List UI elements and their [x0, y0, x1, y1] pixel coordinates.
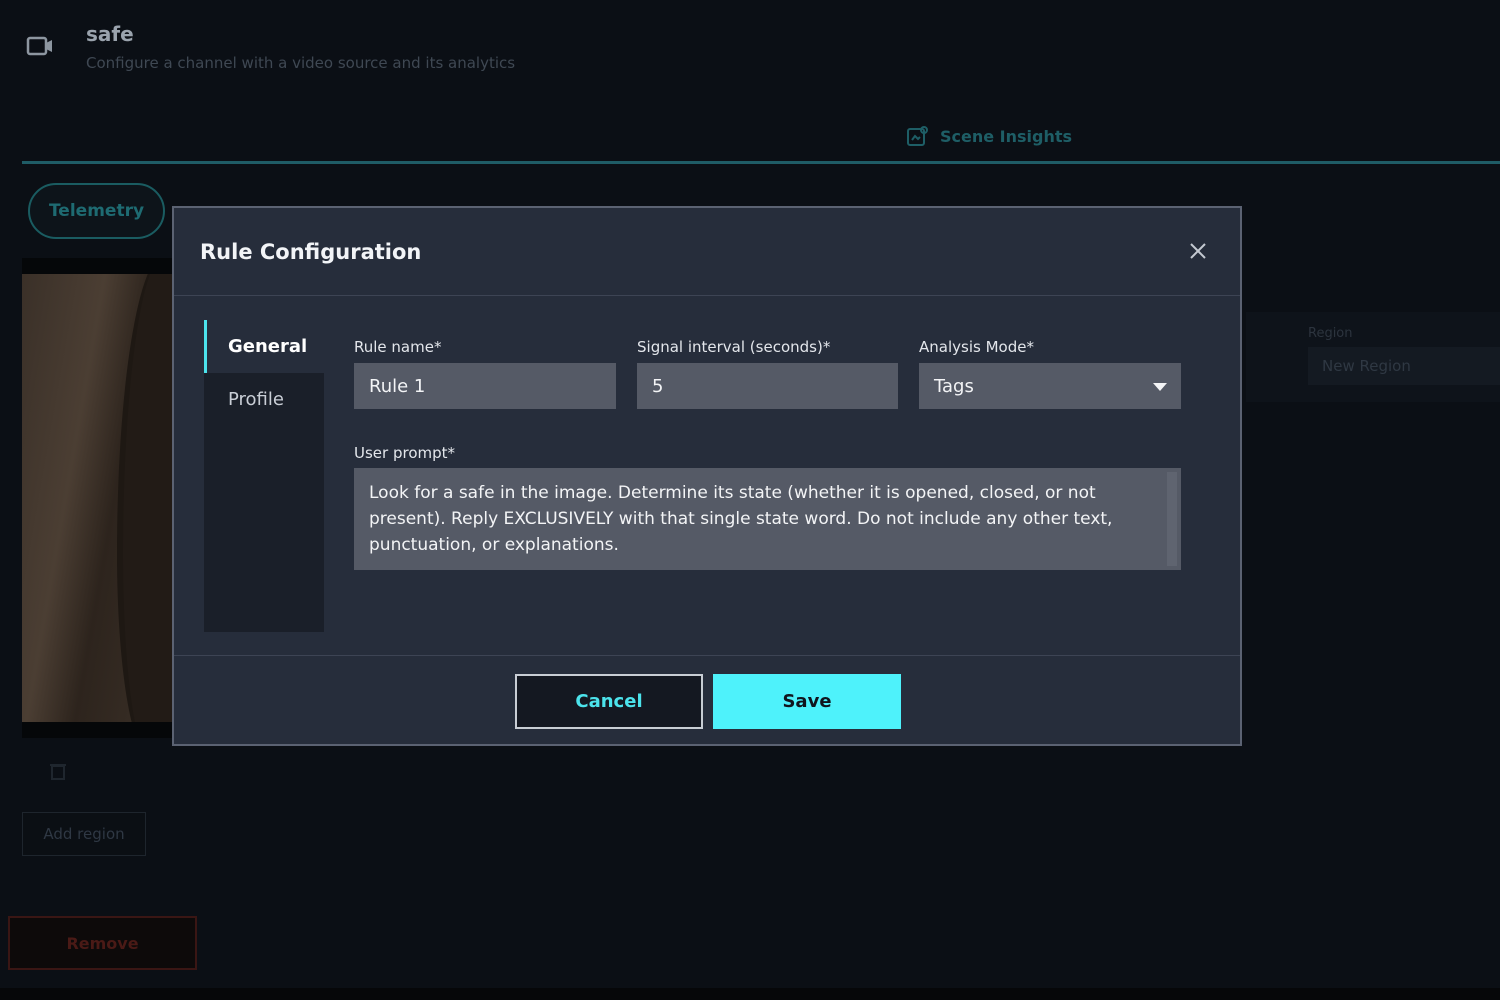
user-prompt-label: User prompt* [354, 444, 456, 462]
close-icon[interactable] [1186, 239, 1210, 263]
tab-scene-insights[interactable]: Scene Insights [906, 124, 1072, 148]
analysis-mode-value: Tags [934, 375, 974, 397]
user-prompt-textarea[interactable]: Look for a safe in the image. Determine … [354, 468, 1181, 570]
caret-down-icon [1153, 383, 1167, 391]
analysis-mode-select[interactable]: Tags [919, 363, 1181, 409]
modal-body: General Profile Rule name* Rule 1 Signal… [174, 296, 1240, 656]
signal-interval-input[interactable]: 5 [637, 363, 898, 409]
modal-header: Rule Configuration [174, 208, 1240, 296]
modal-footer: Cancel Save [174, 656, 1240, 744]
channel-subtitle: Configure a channel with a video source … [86, 54, 516, 72]
cancel-button[interactable]: Cancel [515, 674, 703, 729]
scene-insights-icon [907, 126, 928, 146]
tabs-bar: Scene Insights [22, 110, 1500, 164]
signal-interval-label: Signal interval (seconds)* [637, 338, 831, 356]
remove-button[interactable]: Remove [8, 916, 197, 970]
rule-name-input[interactable]: Rule 1 [354, 363, 616, 409]
video-camera-icon [26, 36, 52, 56]
channel-title: safe [86, 22, 134, 46]
region-label: Region [1308, 326, 1353, 341]
modal-side-nav: General Profile [204, 320, 324, 632]
textarea-scrollbar[interactable] [1167, 472, 1177, 566]
region-panel: Region New Region [1246, 312, 1500, 402]
region-input[interactable]: New Region [1308, 347, 1500, 385]
video-frame [22, 274, 182, 722]
tab-scene-insights-label: Scene Insights [940, 126, 1073, 146]
nav-item-profile[interactable]: Profile [204, 373, 324, 426]
video-preview [22, 258, 182, 738]
trash-icon[interactable] [50, 762, 66, 780]
analysis-mode-label: Analysis Mode* [919, 338, 1034, 356]
modal-title: Rule Configuration [200, 239, 422, 264]
save-button[interactable]: Save [713, 674, 901, 729]
bottom-strip [0, 988, 1500, 1000]
telemetry-tab[interactable]: Telemetry [28, 183, 165, 239]
user-prompt-text: Look for a safe in the image. Determine … [369, 483, 1113, 555]
page-header: safe Configure a channel with a video so… [26, 18, 515, 72]
nav-item-general[interactable]: General [204, 320, 324, 373]
rule-name-label: Rule name* [354, 338, 442, 356]
rule-configuration-modal: Rule Configuration General Profile Rule … [172, 206, 1242, 746]
add-region-button[interactable]: Add region [22, 812, 146, 856]
